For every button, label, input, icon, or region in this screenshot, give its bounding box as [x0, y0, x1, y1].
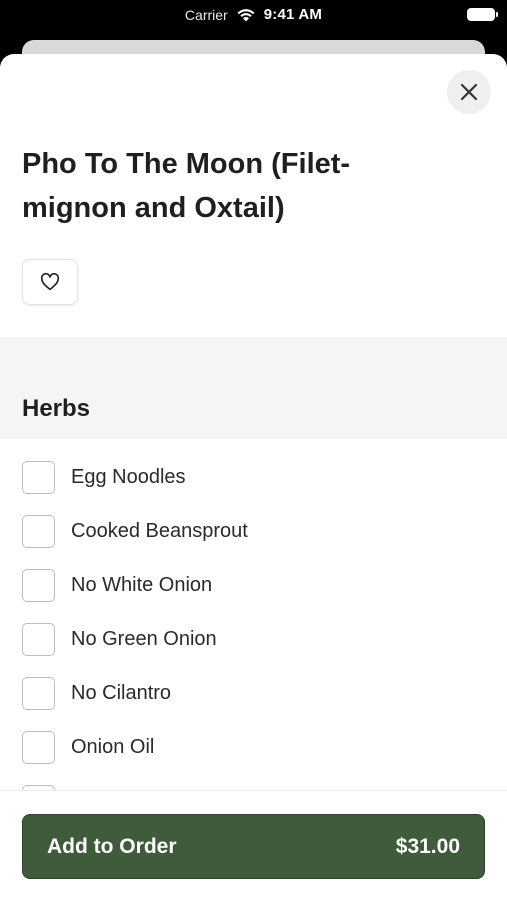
option-label: Egg Noodles [71, 465, 186, 488]
wifi-icon [237, 8, 255, 21]
checkbox[interactable] [22, 676, 55, 710]
option-label: Onion Oil [71, 735, 155, 758]
option-no-white-onion[interactable]: No White Onion [22, 568, 212, 602]
price-label: $31.00 [395, 834, 460, 858]
option-label: No White Onion [71, 573, 213, 596]
checkbox[interactable] [22, 730, 55, 764]
item-detail-sheet: Pho To The Moon (Filet-mignon and Oxtail… [0, 54, 507, 900]
option-label: No Cilantro [71, 681, 172, 704]
favorite-button[interactable] [22, 259, 78, 305]
checkbox[interactable] [22, 514, 55, 548]
add-to-order-label: Add to Order [47, 834, 177, 858]
option-no-green-onion[interactable]: No Green Onion [22, 622, 217, 656]
clock: 9:41 AM [263, 6, 323, 23]
checkbox[interactable] [22, 460, 55, 494]
option-label: No Green Onion [71, 627, 217, 650]
option-egg-noodles[interactable]: Egg Noodles [22, 460, 186, 494]
section-title: Herbs [22, 395, 91, 422]
option-label: Cooked Beansprout [71, 519, 248, 542]
close-button[interactable] [447, 70, 491, 114]
close-icon [460, 83, 478, 101]
status-bar: Carrier 9:41 AM [0, 0, 507, 32]
carrier-label: Carrier [184, 6, 228, 23]
add-to-order-button[interactable]: Add to Order $31.00 [22, 814, 485, 879]
checkbox[interactable] [22, 568, 55, 602]
option-no-cilantro[interactable]: No Cilantro [22, 676, 171, 710]
option-cooked-beansprout[interactable]: Cooked Beansprout [22, 514, 248, 548]
section-header: Herbs [0, 337, 507, 439]
option-onion-oil[interactable]: Onion Oil [22, 730, 154, 764]
item-title: Pho To The Moon (Filet-mignon and Oxtail… [22, 148, 351, 224]
checkbox[interactable] [22, 622, 55, 656]
footer-bar: Add to Order $31.00 [0, 790, 507, 900]
heart-icon [40, 273, 60, 291]
battery-icon [467, 8, 498, 21]
